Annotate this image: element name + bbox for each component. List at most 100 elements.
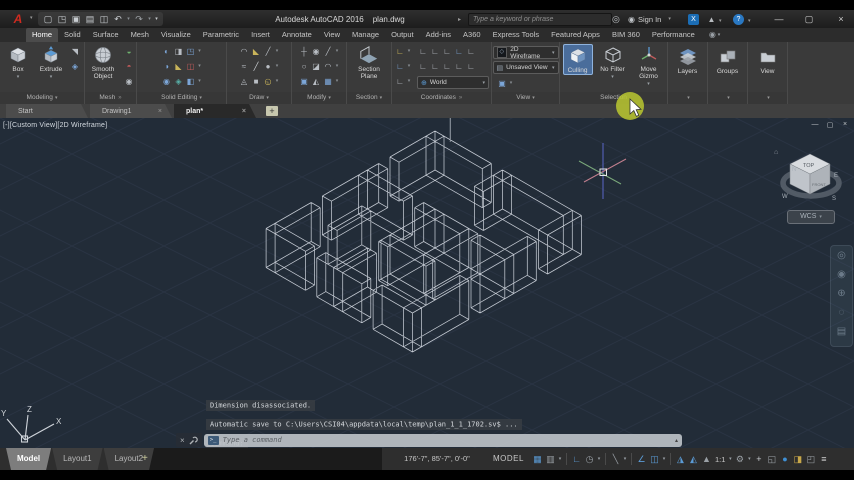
view-panel-caret[interactable]: ▾ xyxy=(748,92,787,104)
culling-button[interactable]: Culling xyxy=(562,44,593,75)
ucs-dropdown[interactable]: ⊕ World ▾ xyxy=(417,76,489,89)
ribbon-tab-output[interactable]: Output xyxy=(385,28,420,42)
autocad-app-logo[interactable]: A xyxy=(5,11,31,27)
move-gizmo-button[interactable]: Move Gizmo ▾ xyxy=(633,44,665,87)
full-navigation-wheel-icon[interactable]: ◎ xyxy=(836,246,848,265)
ribbon-tab-solid[interactable]: Solid xyxy=(58,28,87,42)
object-snap-icon[interactable]: ◫ xyxy=(648,454,661,465)
restore-button[interactable]: ▢ xyxy=(802,13,816,25)
object-snap-tracking-icon[interactable]: ∠ xyxy=(635,454,648,465)
named-view-dropdown[interactable]: ▤ Unsaved View ▾ xyxy=(492,61,559,74)
dropdown-caret[interactable]: ▾ xyxy=(406,74,412,89)
visual-style-dropdown[interactable]: ◇ 2D Wireframe ▾ xyxy=(492,46,559,60)
ribbon-tab-manage[interactable]: Manage xyxy=(346,28,385,42)
viewport-controls-icon[interactable]: ▣ xyxy=(496,76,508,91)
dropdown-caret-icon[interactable]: ▾ xyxy=(552,50,555,56)
ribbon-tab-visualize[interactable]: Visualize xyxy=(155,28,197,42)
dropdown-caret[interactable]: ▾ xyxy=(334,74,340,89)
redo-dropdown-caret[interactable]: ▾ xyxy=(147,12,152,26)
trim-icon[interactable]: ╱ xyxy=(322,44,334,59)
close-tab-icon[interactable]: × xyxy=(242,108,246,115)
file-tab-drawing1[interactable]: Drawing1 × xyxy=(90,104,172,118)
hardware-acceleration-icon[interactable]: ● xyxy=(778,454,791,464)
dropdown-caret-icon[interactable]: ▾ xyxy=(622,456,628,462)
dropdown-caret[interactable]: ▾ xyxy=(274,74,280,89)
isolate-objects-icon[interactable]: ◨ xyxy=(791,454,804,465)
compass-west[interactable]: W xyxy=(782,194,788,200)
workspace-gear-icon[interactable]: ⚙ xyxy=(733,454,746,465)
viewcube[interactable]: ⌂ TOP FRONT N E W S WCS ▾ xyxy=(770,132,854,244)
search-input[interactable]: Type a keyword or phrase xyxy=(468,13,612,26)
pan-icon[interactable]: ◉ xyxy=(836,265,848,284)
polar-tracking-icon[interactable]: ◷ xyxy=(583,454,596,465)
ribbon-tab-surface[interactable]: Surface xyxy=(87,28,125,42)
annotation-visibility-icon[interactable]: ◮ xyxy=(674,454,687,465)
ribbon-tab-home[interactable]: Home xyxy=(26,28,59,42)
mesh-crease-icon[interactable]: ◓ xyxy=(123,59,135,74)
ribbon-tab-parametric[interactable]: Parametric xyxy=(197,28,245,42)
close-button[interactable]: × xyxy=(834,13,848,25)
subtract-icon[interactable]: ◑ xyxy=(161,59,173,74)
close-command-line-icon[interactable]: × xyxy=(180,436,185,445)
a360-icon[interactable]: ▲ xyxy=(706,14,717,25)
annotation-scale-icon[interactable]: ▲ xyxy=(700,454,713,464)
ucs-object-icon[interactable]: ∟ xyxy=(465,44,477,59)
dropdown-caret[interactable]: ▾ xyxy=(334,44,340,59)
separate-icon[interactable]: ◫ xyxy=(185,59,197,74)
qat-customize-caret[interactable]: ▾ xyxy=(154,12,159,26)
ribbon-tab-mesh[interactable]: Mesh xyxy=(125,28,155,42)
array-icon[interactable]: ▦ xyxy=(322,74,334,89)
box-button[interactable]: Box ▾ xyxy=(3,44,33,80)
fillet-icon[interactable]: ◠ xyxy=(322,59,334,74)
ribbon-tab-view[interactable]: View xyxy=(318,28,346,42)
viewcube-home-icon[interactable]: ⌂ xyxy=(774,149,778,156)
dropdown-caret[interactable]: ▾ xyxy=(334,59,340,74)
polygon-icon[interactable]: ◬ xyxy=(238,74,250,89)
file-tab-start[interactable]: Start xyxy=(6,104,88,118)
new-layout-button[interactable]: + xyxy=(142,448,148,470)
open-file-icon[interactable]: ◳ xyxy=(56,12,68,26)
move-gizmo-caret-icon[interactable]: ▾ xyxy=(647,81,650,87)
line-icon[interactable]: ╱ xyxy=(262,44,274,59)
groups-button[interactable]: Groups xyxy=(708,44,747,75)
signin-control[interactable]: ◉ Sign In ▾ xyxy=(628,10,671,28)
panel-label-modify[interactable]: Modify ▾ xyxy=(292,92,346,104)
dynamic-input-icon[interactable]: ∟ xyxy=(570,454,583,464)
dropdown-caret[interactable]: ▾ xyxy=(197,74,203,89)
plot-icon[interactable]: ◫ xyxy=(98,12,110,26)
undo-icon[interactable]: ↶ xyxy=(112,12,124,26)
zoom-icon[interactable]: ⊕ xyxy=(836,284,848,303)
ucs-3point-icon[interactable]: ∟ xyxy=(441,59,453,74)
ribbon-tab-a360[interactable]: A360 xyxy=(457,28,487,42)
search-expand-icon[interactable]: ▸ xyxy=(458,16,461,23)
extrude-caret-icon[interactable]: ▾ xyxy=(50,74,53,80)
dropdown-caret[interactable]: ▾ xyxy=(274,59,280,74)
minimize-button[interactable]: — xyxy=(772,13,786,25)
drawing-canvas[interactable]: Z Y X [-][Custom View][2D Wireframe] — ▢… xyxy=(0,118,854,448)
layout-tab-layout1[interactable]: Layout1 xyxy=(52,448,102,470)
ribbon-tab-performance[interactable]: Performance xyxy=(646,28,701,42)
new-file-icon[interactable]: ▢ xyxy=(42,12,54,26)
dropdown-caret[interactable]: ▾ xyxy=(274,44,280,59)
help-caret-icon[interactable]: ▾ xyxy=(748,18,751,24)
panel-expander-icon[interactable]: » xyxy=(118,95,121,101)
panel-label-modeling[interactable]: Modeling ▾ xyxy=(0,92,84,104)
layers-button[interactable]: Layers xyxy=(668,44,707,75)
a360-caret-icon[interactable]: ▾ xyxy=(719,18,722,24)
isodraft-icon[interactable]: ╲ xyxy=(609,454,622,465)
scale-icon[interactable]: ◭ xyxy=(310,74,322,89)
ribbon-tab-insert[interactable]: Insert xyxy=(245,28,276,42)
union-icon[interactable]: ◐ xyxy=(161,44,173,59)
workspace-switching-icon[interactable]: ◱ xyxy=(765,454,778,465)
ribbon-tab-add-ins[interactable]: Add-ins xyxy=(420,28,457,42)
panel-label-section[interactable]: Section ▾ xyxy=(347,92,391,104)
layout-tab-model[interactable]: Model xyxy=(6,448,51,470)
undo-dropdown-caret[interactable]: ▾ xyxy=(126,12,131,26)
construction-line-icon[interactable]: ╱ xyxy=(250,59,262,74)
move-icon[interactable]: ┼ xyxy=(298,44,310,59)
slice-icon[interactable]: ◨ xyxy=(173,44,185,59)
stretch-icon[interactable]: ▣ xyxy=(298,74,310,89)
showmotion-icon[interactable]: ▤ xyxy=(836,322,848,341)
taper-face-icon[interactable]: ◣ xyxy=(173,59,185,74)
mirror-icon[interactable]: ◪ xyxy=(310,59,322,74)
